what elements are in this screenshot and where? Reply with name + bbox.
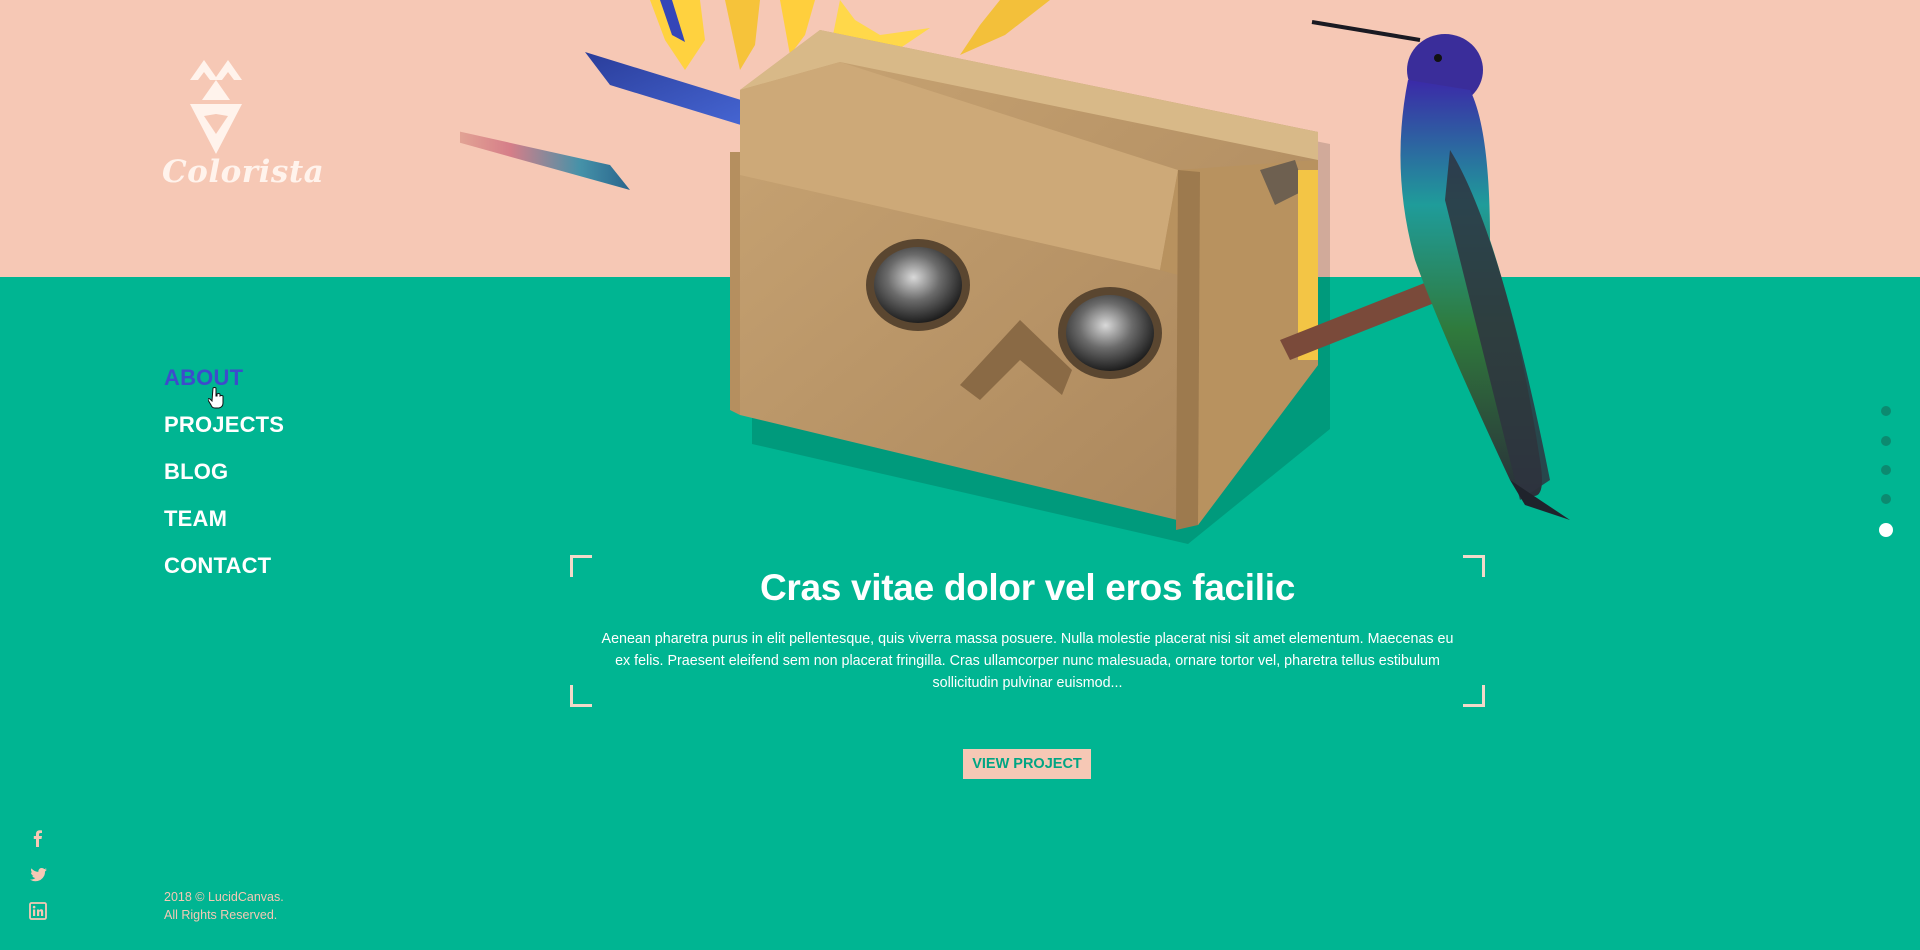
cardboard-vr-headset-icon	[730, 30, 1330, 544]
linkedin-icon[interactable]	[28, 901, 48, 921]
slide-caption: Cras vitae dolor vel eros facilic Aenean…	[570, 555, 1485, 707]
logo-mark-icon	[190, 60, 242, 154]
copyright-line-2: All Rights Reserved.	[164, 908, 278, 922]
main-nav: ABOUT PROJECTS BLOG TEAM CONTACT	[164, 365, 284, 600]
pager-dot-5[interactable]	[1879, 523, 1893, 537]
copyright-line-1: 2018 © LucidCanvas.	[164, 890, 284, 904]
nav-item-about[interactable]: ABOUT	[164, 365, 284, 390]
logo[interactable]: Colorista	[162, 58, 325, 193]
hero-artwork	[460, 0, 1570, 544]
frame-corner-bottom-left	[570, 685, 592, 707]
nav-item-projects[interactable]: PROJECTS	[164, 412, 284, 437]
logo-wordmark: Colorista	[162, 154, 325, 190]
twitter-icon[interactable]	[28, 865, 48, 885]
nav-item-contact[interactable]: CONTACT	[164, 553, 284, 578]
pager-dot-1[interactable]	[1881, 406, 1891, 416]
slide-description: Aenean pharetra purus in elit pellentesq…	[601, 631, 1454, 691]
facebook-icon[interactable]	[28, 828, 48, 848]
view-project-button[interactable]: VIEW PROJECT	[963, 749, 1091, 779]
slide-title: Cras vitae dolor vel eros facilic	[759, 567, 1296, 608]
frame-corner-bottom-right	[1463, 685, 1485, 707]
copyright: 2018 © LucidCanvas. All Rights Reserved.	[164, 888, 364, 924]
nav-item-team[interactable]: TEAM	[164, 506, 284, 531]
nav-item-blog[interactable]: BLOG	[164, 459, 284, 484]
pager-dot-3[interactable]	[1881, 465, 1891, 475]
pager-dot-2[interactable]	[1881, 436, 1891, 446]
hand-cursor-icon	[208, 387, 224, 409]
pager-dot-4[interactable]	[1881, 494, 1891, 504]
